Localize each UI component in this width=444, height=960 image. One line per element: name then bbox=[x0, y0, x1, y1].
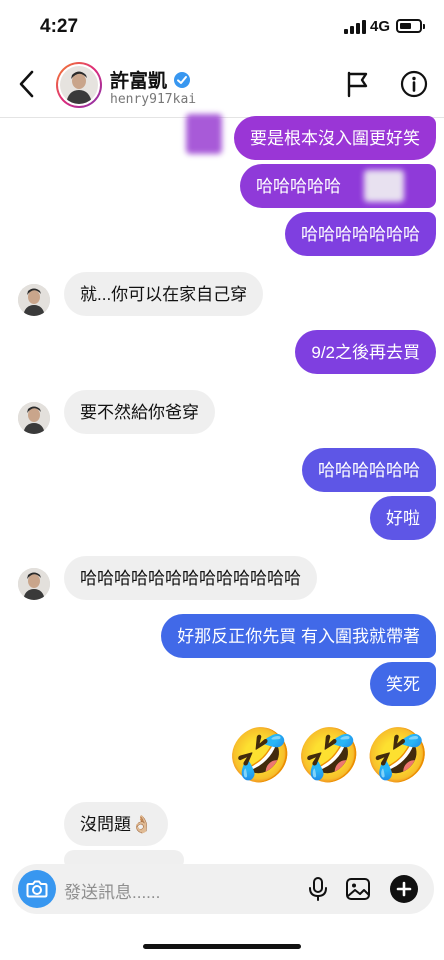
message-input[interactable]: 發送訊息...... bbox=[64, 878, 160, 903]
info-icon[interactable] bbox=[400, 70, 428, 98]
back-chevron-icon[interactable] bbox=[14, 68, 42, 100]
redaction-blur bbox=[364, 170, 404, 202]
microphone-icon[interactable] bbox=[304, 875, 332, 903]
camera-button[interactable] bbox=[18, 870, 56, 908]
contact-avatar[interactable] bbox=[18, 568, 50, 600]
received-message[interactable]: 沒問題👌🏼 bbox=[64, 802, 169, 846]
camera-icon bbox=[26, 880, 48, 898]
message-composer: 發送訊息...... bbox=[12, 864, 434, 914]
gallery-icon[interactable] bbox=[344, 875, 372, 903]
plus-icon[interactable] bbox=[390, 875, 418, 903]
message-text: 要不然給你爸穿 bbox=[80, 403, 199, 422]
message-text: 沒問題👌🏼 bbox=[80, 815, 153, 834]
message-text: 要是根本沒入圍更好笑 bbox=[250, 129, 420, 148]
avatar-photo bbox=[60, 66, 98, 104]
contact-avatar[interactable] bbox=[18, 402, 50, 434]
message-text: 哈哈哈哈哈哈哈哈哈哈哈哈哈 bbox=[80, 569, 301, 588]
contact-name[interactable]: 許富凱 bbox=[110, 66, 191, 93]
network-type: 4G bbox=[370, 18, 391, 35]
sent-message[interactable]: 好啦 bbox=[370, 496, 436, 540]
sent-message[interactable]: 哈哈哈哈哈 bbox=[240, 164, 436, 208]
status-time: 4:27 bbox=[40, 16, 79, 37]
received-message[interactable]: 就...你可以在家自己穿 bbox=[64, 272, 264, 316]
message-text: 笑死 bbox=[386, 675, 420, 694]
sent-message[interactable]: 9/2之後再去買 bbox=[295, 330, 436, 374]
avatar-photo bbox=[18, 284, 50, 316]
avatar-photo bbox=[18, 402, 50, 434]
message-text: 就...你可以在家自己穿 bbox=[80, 285, 248, 304]
message-text: 9/2之後再去買 bbox=[311, 343, 420, 362]
sent-message[interactable]: 笑死 bbox=[370, 662, 436, 706]
header-avatar[interactable] bbox=[56, 62, 102, 108]
contact-handle: henry917kai bbox=[110, 92, 197, 107]
message-text: 哈哈哈哈哈哈哈 bbox=[301, 225, 420, 244]
message-text: 好啦 bbox=[386, 509, 420, 528]
received-message[interactable]: 要不然給你爸穿 bbox=[64, 390, 215, 434]
sent-message[interactable]: 哈哈哈哈哈哈哈 bbox=[285, 212, 436, 256]
signal-icon bbox=[344, 20, 366, 34]
message-text: 哈哈哈哈哈哈 bbox=[318, 461, 420, 480]
chat-header: 許富凱 henry917kai bbox=[0, 50, 444, 118]
contact-avatar[interactable] bbox=[18, 284, 50, 316]
battery-icon bbox=[396, 19, 425, 33]
flag-icon[interactable] bbox=[344, 70, 372, 98]
home-indicator bbox=[143, 944, 301, 949]
redaction-blur bbox=[186, 114, 222, 154]
sent-message[interactable]: 哈哈哈哈哈哈 bbox=[302, 448, 436, 492]
emoji-message[interactable]: 🤣🤣🤣 bbox=[228, 726, 434, 786]
contact-name-text: 許富凱 bbox=[110, 71, 168, 92]
sent-message[interactable]: 好那反正你先買 有入圍我就帶著 bbox=[161, 614, 436, 658]
verified-badge-icon bbox=[174, 71, 191, 88]
sent-message[interactable]: 要是根本沒入圍更好笑 bbox=[234, 116, 436, 160]
received-message[interactable]: 哈哈哈哈哈哈哈哈哈哈哈哈哈 bbox=[64, 556, 317, 600]
message-text: 哈哈哈哈哈 bbox=[256, 177, 341, 196]
message-text: 好那反正你先買 有入圍我就帶著 bbox=[177, 627, 420, 646]
avatar-photo bbox=[18, 568, 50, 600]
status-bar: 4:27 4G bbox=[0, 0, 444, 50]
